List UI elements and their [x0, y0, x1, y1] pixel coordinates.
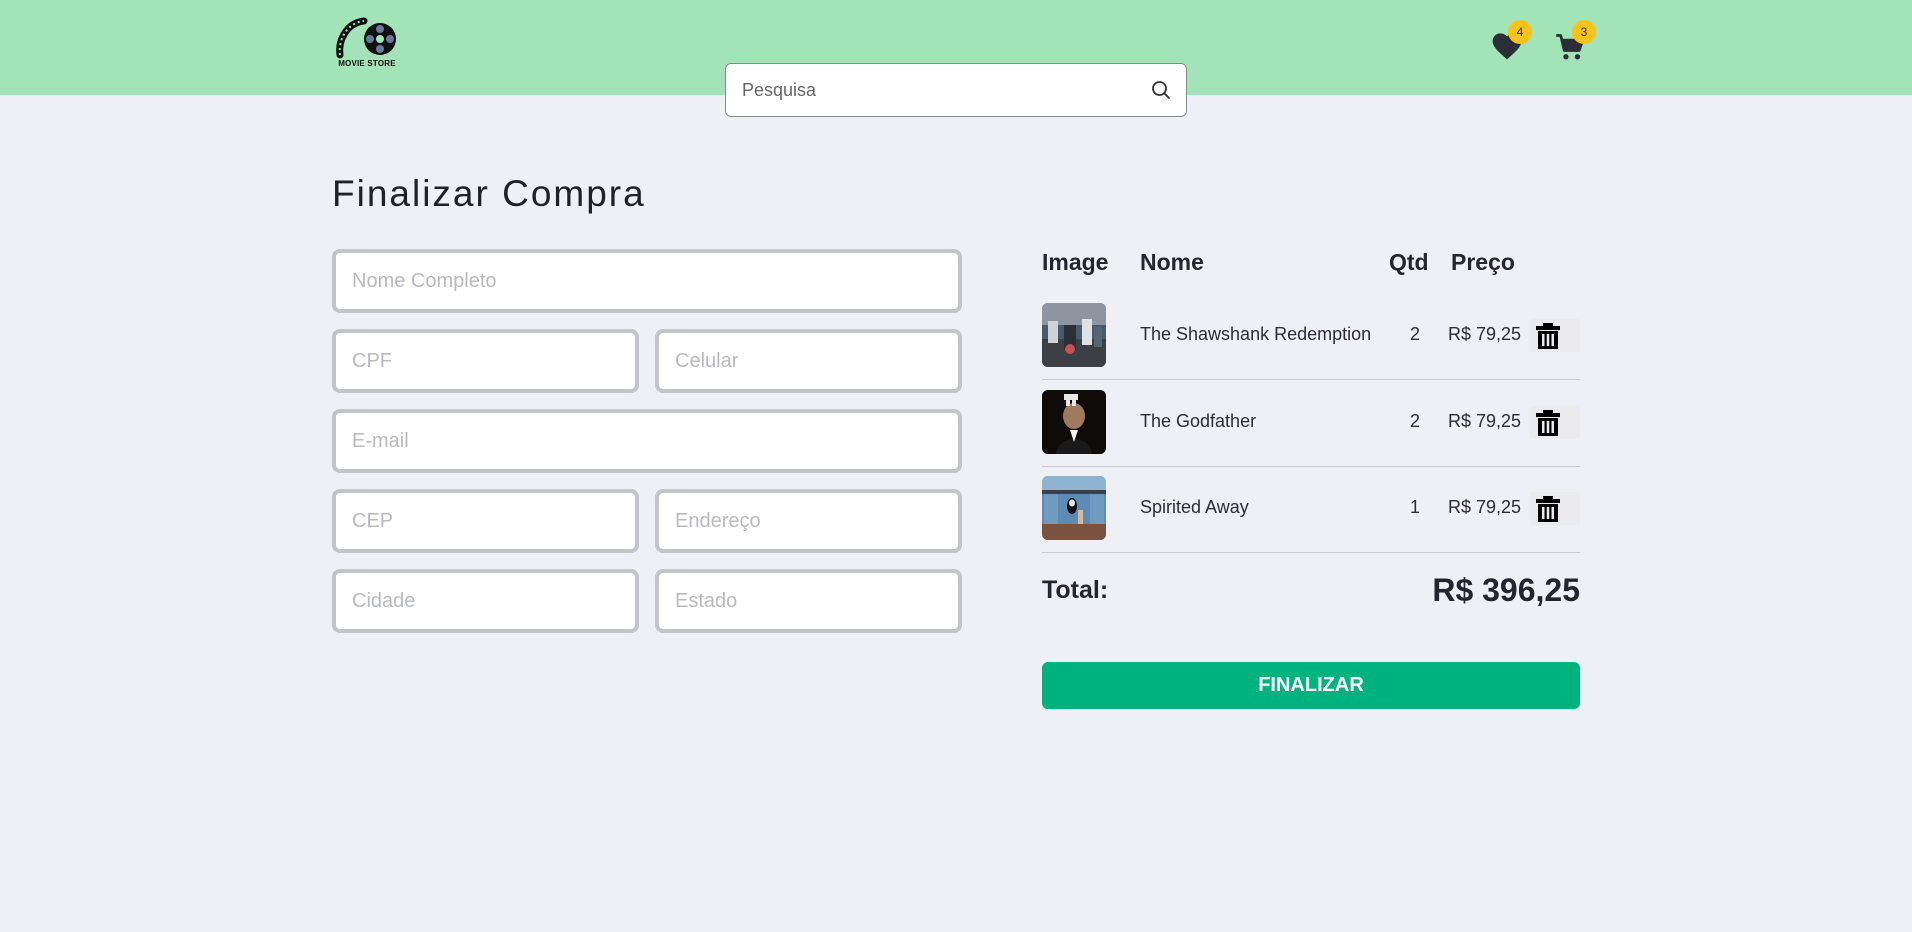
item-quantity: 2 [1409, 324, 1420, 344]
column-header-name: Nome [1140, 249, 1204, 275]
search-bar [725, 63, 1187, 117]
column-header-qty: Qtd [1389, 249, 1429, 275]
address-field[interactable] [655, 489, 962, 553]
item-price: R$ 79,25 [1448, 497, 1522, 517]
item-quantity: 2 [1409, 411, 1420, 431]
remove-item-button[interactable] [1530, 406, 1580, 439]
email-field[interactable] [332, 409, 962, 473]
remove-item-button[interactable] [1530, 319, 1580, 352]
cart-row: The Godfather 2 R$ 79,25 [1042, 380, 1580, 467]
cart-row: Spirited Away 1 R$ 79,25 [1042, 466, 1580, 553]
movie-poster [1042, 476, 1106, 540]
column-header-image: Image [1042, 249, 1109, 275]
page-title: Finalizar Compra [332, 173, 646, 214]
favorites-count-badge: 4 [1508, 20, 1532, 44]
phone-field[interactable] [655, 329, 962, 393]
film-reel-icon [336, 17, 396, 59]
search-icon[interactable] [1150, 79, 1172, 101]
cart-row: The Shawshank Redemption 2 R$ 79,25 [1042, 293, 1580, 380]
item-name: Spirited Away [1140, 497, 1249, 517]
movie-store-logo[interactable]: MOVIE STORE [334, 17, 400, 71]
total-value: R$ 396,25 [1432, 572, 1580, 608]
row-divider [1042, 552, 1580, 553]
total-label: Total: [1042, 576, 1109, 604]
logo-text: MOVIE STORE [338, 59, 396, 68]
remove-item-button[interactable] [1530, 492, 1580, 525]
movie-poster [1042, 303, 1106, 367]
state-field[interactable] [655, 569, 962, 633]
item-price: R$ 79,25 [1448, 411, 1522, 431]
city-field[interactable] [332, 569, 639, 633]
trash-icon [1536, 322, 1560, 349]
item-name: The Godfather [1140, 411, 1257, 431]
cart-count-badge: 3 [1572, 20, 1596, 44]
column-header-price: Preço [1451, 249, 1515, 275]
search-input[interactable] [742, 79, 1150, 101]
item-quantity: 1 [1409, 497, 1420, 517]
item-price: R$ 79,25 [1448, 324, 1522, 344]
item-name: The Shawshank Redemption [1140, 324, 1372, 344]
cpf-field[interactable] [332, 329, 639, 393]
cep-field[interactable] [332, 489, 639, 553]
trash-icon [1536, 409, 1560, 436]
full-name-field[interactable] [332, 249, 962, 313]
finalize-button[interactable]: FINALIZAR [1042, 662, 1580, 709]
trash-icon [1536, 495, 1560, 522]
movie-poster [1042, 390, 1106, 454]
